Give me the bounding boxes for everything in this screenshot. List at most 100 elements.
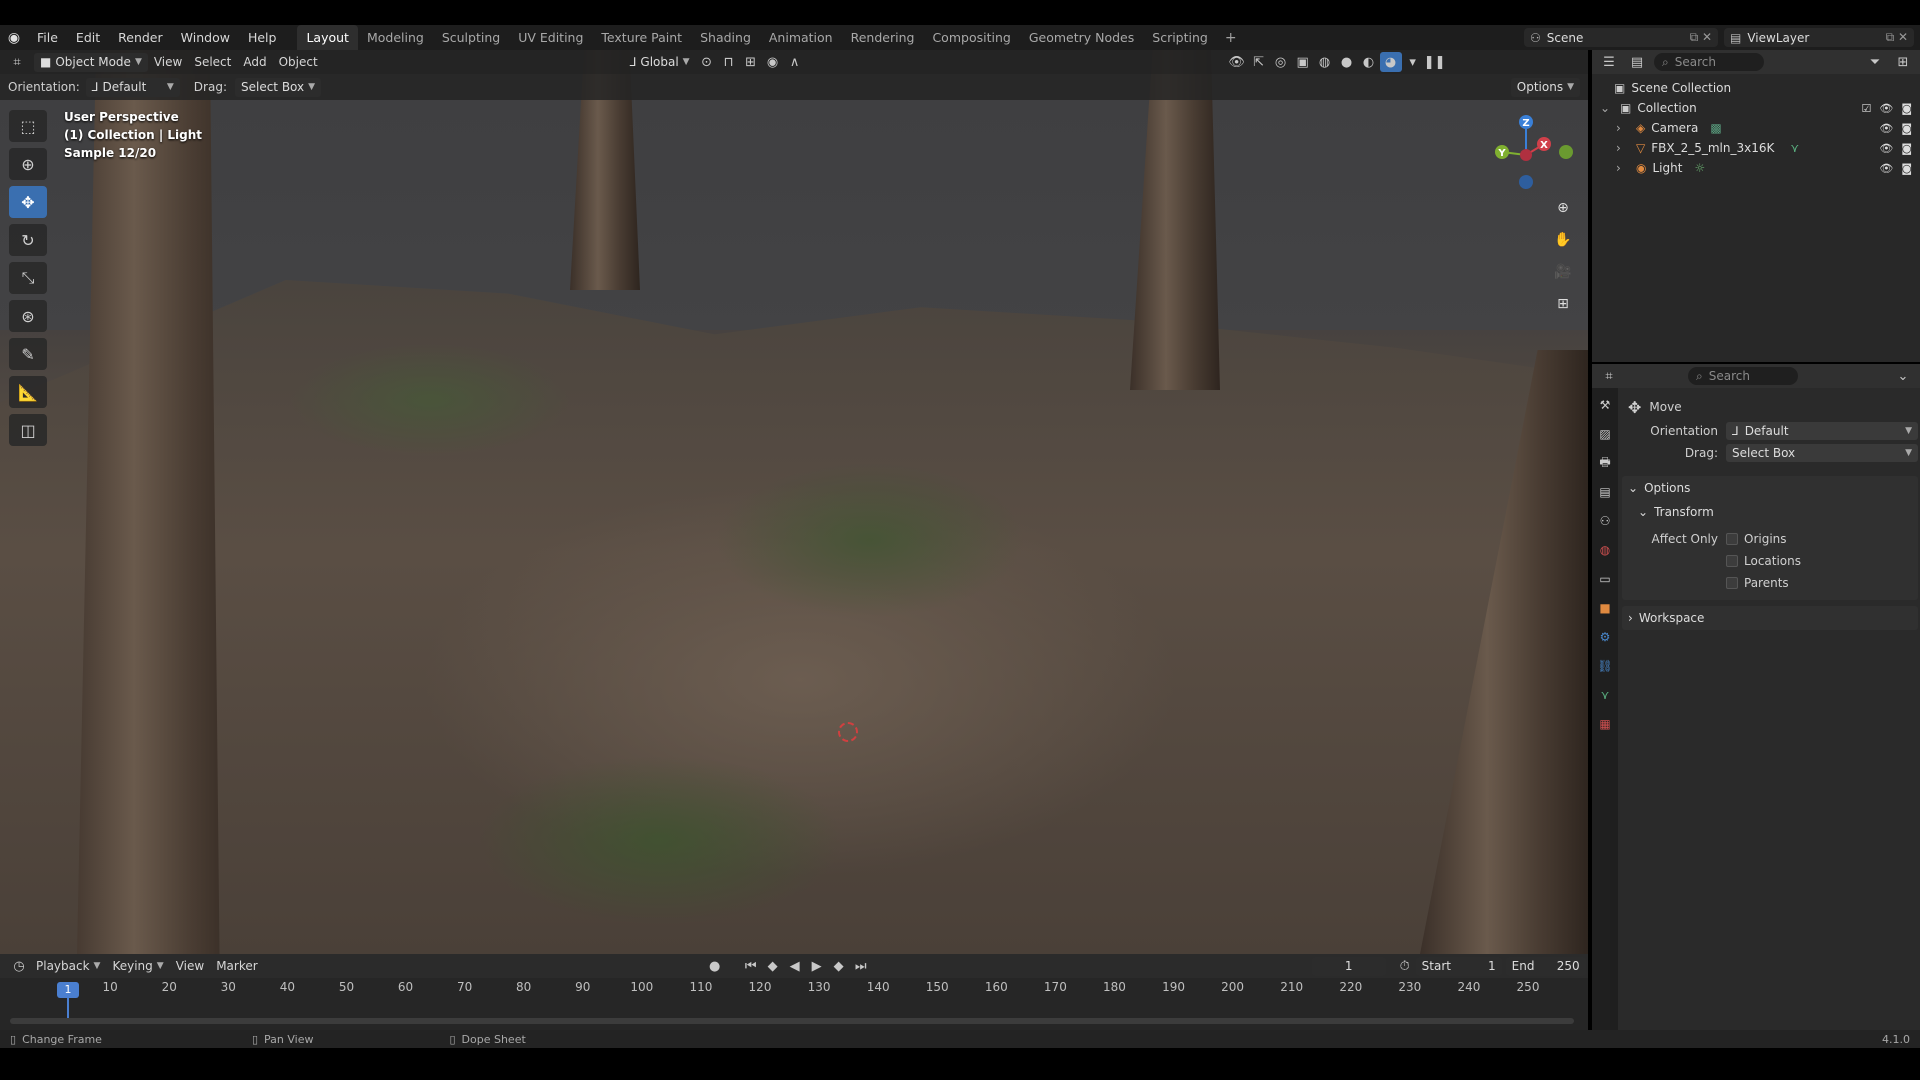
play-icon[interactable]: ▶ [806, 956, 828, 976]
origins-checkbox[interactable] [1726, 533, 1738, 545]
menu-keying[interactable]: Keying ▼ [106, 956, 169, 976]
camera-data-icon[interactable]: ▩ [1710, 121, 1721, 135]
tab-rendering[interactable]: Rendering [842, 25, 924, 50]
start-frame-field[interactable]: Start 1 [1415, 956, 1502, 976]
navigation-gizmo[interactable]: Z Y X [1486, 110, 1576, 200]
options-panel-header[interactable]: ⌄ Options [1622, 476, 1918, 500]
play-reverse-icon[interactable]: ◀ [784, 956, 806, 976]
select-box-icon[interactable]: ⬚ [9, 110, 47, 142]
tab-geometry-nodes[interactable]: Geometry Nodes [1020, 25, 1143, 50]
eye-icon[interactable]: 👁 [1879, 162, 1893, 175]
properties-search-input[interactable]: ⌕ Search [1688, 367, 1798, 385]
display-mode-icon[interactable]: ▤ [1626, 52, 1648, 72]
camera-render-icon[interactable]: ◙ [1901, 162, 1912, 175]
menu-object[interactable]: Object [273, 52, 324, 72]
eye-icon[interactable]: 👁 [1879, 102, 1893, 115]
rotate-icon[interactable]: ↻ [9, 224, 47, 256]
3d-cursor[interactable] [838, 722, 858, 742]
mesh-data-icon[interactable]: ⋎ [1790, 141, 1799, 155]
camera-render-icon[interactable]: ◙ [1901, 142, 1912, 155]
view-layer-selector[interactable]: ▤ ViewLayer ⧉ ✕ [1724, 28, 1914, 47]
scale-icon[interactable]: ⤡ [9, 262, 47, 294]
view-layer-actions-icon[interactable]: ⧉ ✕ [1886, 30, 1914, 45]
transform-orientation-dropdown[interactable]: ⅃ Global ▼ [624, 53, 696, 72]
eye-icon[interactable]: 👁 [1879, 122, 1893, 135]
new-collection-icon[interactable]: ⊞ [1892, 52, 1914, 72]
playhead-frame-indicator[interactable]: 1 [57, 982, 79, 998]
workspace-panel-header[interactable]: › Workspace [1622, 606, 1918, 630]
chevron-right-icon[interactable]: › [1616, 161, 1630, 175]
orientation-prop-dropdown[interactable]: ⅃ Default ▼ [1726, 422, 1918, 440]
3d-viewport[interactable] [0, 50, 1588, 954]
chevron-right-icon[interactable]: › [1616, 121, 1630, 135]
auto-keying-icon[interactable]: ● [704, 956, 726, 976]
gizmo-neg-y-axis[interactable] [1559, 145, 1573, 159]
menu-add[interactable]: Add [237, 52, 272, 72]
shading-solid-icon[interactable]: ● [1336, 52, 1358, 72]
camera-render-icon[interactable]: ◙ [1901, 122, 1912, 135]
visibility-icon[interactable]: 👁 [1226, 52, 1248, 72]
outliner-item-camera[interactable]: › ◈ Camera ▩ 👁 ◙ [1592, 118, 1920, 138]
menu-view[interactable]: View [148, 52, 188, 72]
preview-range-icon[interactable]: ⏱ [1394, 956, 1416, 976]
tab-uv-editing[interactable]: UV Editing [509, 25, 592, 50]
scene-selector[interactable]: ⚇ Scene ⧉ ✕ [1524, 28, 1718, 47]
drag-dropdown[interactable]: Select Box ▼ [234, 77, 322, 97]
properties-editor-type-icon[interactable]: ⌗ [1598, 366, 1620, 386]
chevron-right-icon[interactable]: › [1616, 141, 1630, 155]
editor-type-icon[interactable]: ⌗ [6, 52, 28, 72]
menu-window[interactable]: Window [172, 25, 239, 50]
add-cube-icon[interactable]: ◫ [9, 414, 47, 446]
world-tab-icon[interactable]: ◍ [1595, 541, 1615, 559]
tab-shading[interactable]: Shading [691, 25, 760, 50]
outliner-editor-type-icon[interactable]: ☰ [1598, 52, 1620, 72]
object-tab-icon[interactable]: ■ [1595, 599, 1615, 617]
zoom-icon[interactable]: ⊕ [1550, 195, 1576, 221]
menu-playback[interactable]: Playback ▼ [30, 956, 106, 976]
tab-sculpting[interactable]: Sculpting [433, 25, 509, 50]
overlay-toggle-icon[interactable]: ◎ [1270, 52, 1292, 72]
pan-hand-icon[interactable]: ✋ [1550, 227, 1576, 253]
jump-keyframe-forward-icon[interactable]: ◆ [828, 956, 850, 976]
orientation-dropdown[interactable]: ⅃ Default ▼ [85, 77, 180, 97]
annotate-icon[interactable]: ✎ [9, 338, 47, 370]
shading-rendered-icon[interactable]: ◕ [1379, 52, 1402, 72]
gizmo-neg-z-axis[interactable] [1519, 175, 1533, 189]
xray-icon[interactable]: ▣ [1292, 52, 1314, 72]
outliner-collection[interactable]: ⌄ ▣ Collection ☑ 👁 ◙ [1592, 98, 1920, 118]
tab-modeling[interactable]: Modeling [358, 25, 433, 50]
transform-icon[interactable]: ⊛ [9, 300, 47, 332]
jump-start-icon[interactable]: ⏮ [740, 956, 762, 976]
menu-marker[interactable]: Marker [210, 956, 263, 976]
timeline-editor-type-icon[interactable]: ◷ [8, 956, 30, 976]
tab-scripting[interactable]: Scripting [1143, 25, 1217, 50]
tab-texture-paint[interactable]: Texture Paint [592, 25, 691, 50]
chevron-down-icon[interactable]: ⌄ [1600, 101, 1614, 115]
perspective-toggle-icon[interactable]: ⊞ [1550, 291, 1576, 317]
add-workspace-icon[interactable]: + [1217, 30, 1245, 46]
view-layer-tab-icon[interactable]: ▤ [1595, 483, 1615, 501]
drag-prop-dropdown[interactable]: Select Box ▼ [1726, 444, 1918, 462]
timeline-ruler[interactable]: 1102030405060708090100110120130140150160… [0, 980, 1588, 1000]
camera-render-icon[interactable]: ◙ [1901, 102, 1912, 115]
menu-render[interactable]: Render [109, 25, 172, 50]
proportional-editing-icon[interactable]: ◉ [762, 52, 784, 72]
output-tab-icon[interactable]: 🖶 [1595, 454, 1615, 472]
camera-view-icon[interactable]: 🎥 [1550, 259, 1576, 285]
end-frame-field[interactable]: End 250 [1505, 956, 1586, 976]
light-data-icon[interactable]: ☼ [1694, 161, 1705, 175]
outliner-scene-collection[interactable]: ▣ Scene Collection [1592, 78, 1920, 98]
outliner-item-light[interactable]: › ◉ Light ☼ 👁 ◙ [1592, 158, 1920, 178]
shading-material-icon[interactable]: ◐ [1358, 52, 1380, 72]
falloff-icon[interactable]: ∧ [784, 52, 806, 72]
gizmo-toggle-icon[interactable]: ⇱ [1248, 52, 1270, 72]
render-tab-icon[interactable]: ▨ [1595, 425, 1615, 443]
menu-help[interactable]: Help [239, 25, 286, 50]
eye-icon[interactable]: 👁 [1879, 142, 1893, 155]
jump-end-icon[interactable]: ⏭ [850, 956, 872, 976]
texture-tab-icon[interactable]: ▦ [1595, 715, 1615, 733]
locations-checkbox[interactable] [1726, 555, 1738, 567]
shading-options-icon[interactable]: ▾ [1402, 52, 1424, 72]
constraint-tab-icon[interactable]: ⛓ [1595, 657, 1615, 675]
data-tab-icon[interactable]: ⋎ [1595, 686, 1615, 704]
